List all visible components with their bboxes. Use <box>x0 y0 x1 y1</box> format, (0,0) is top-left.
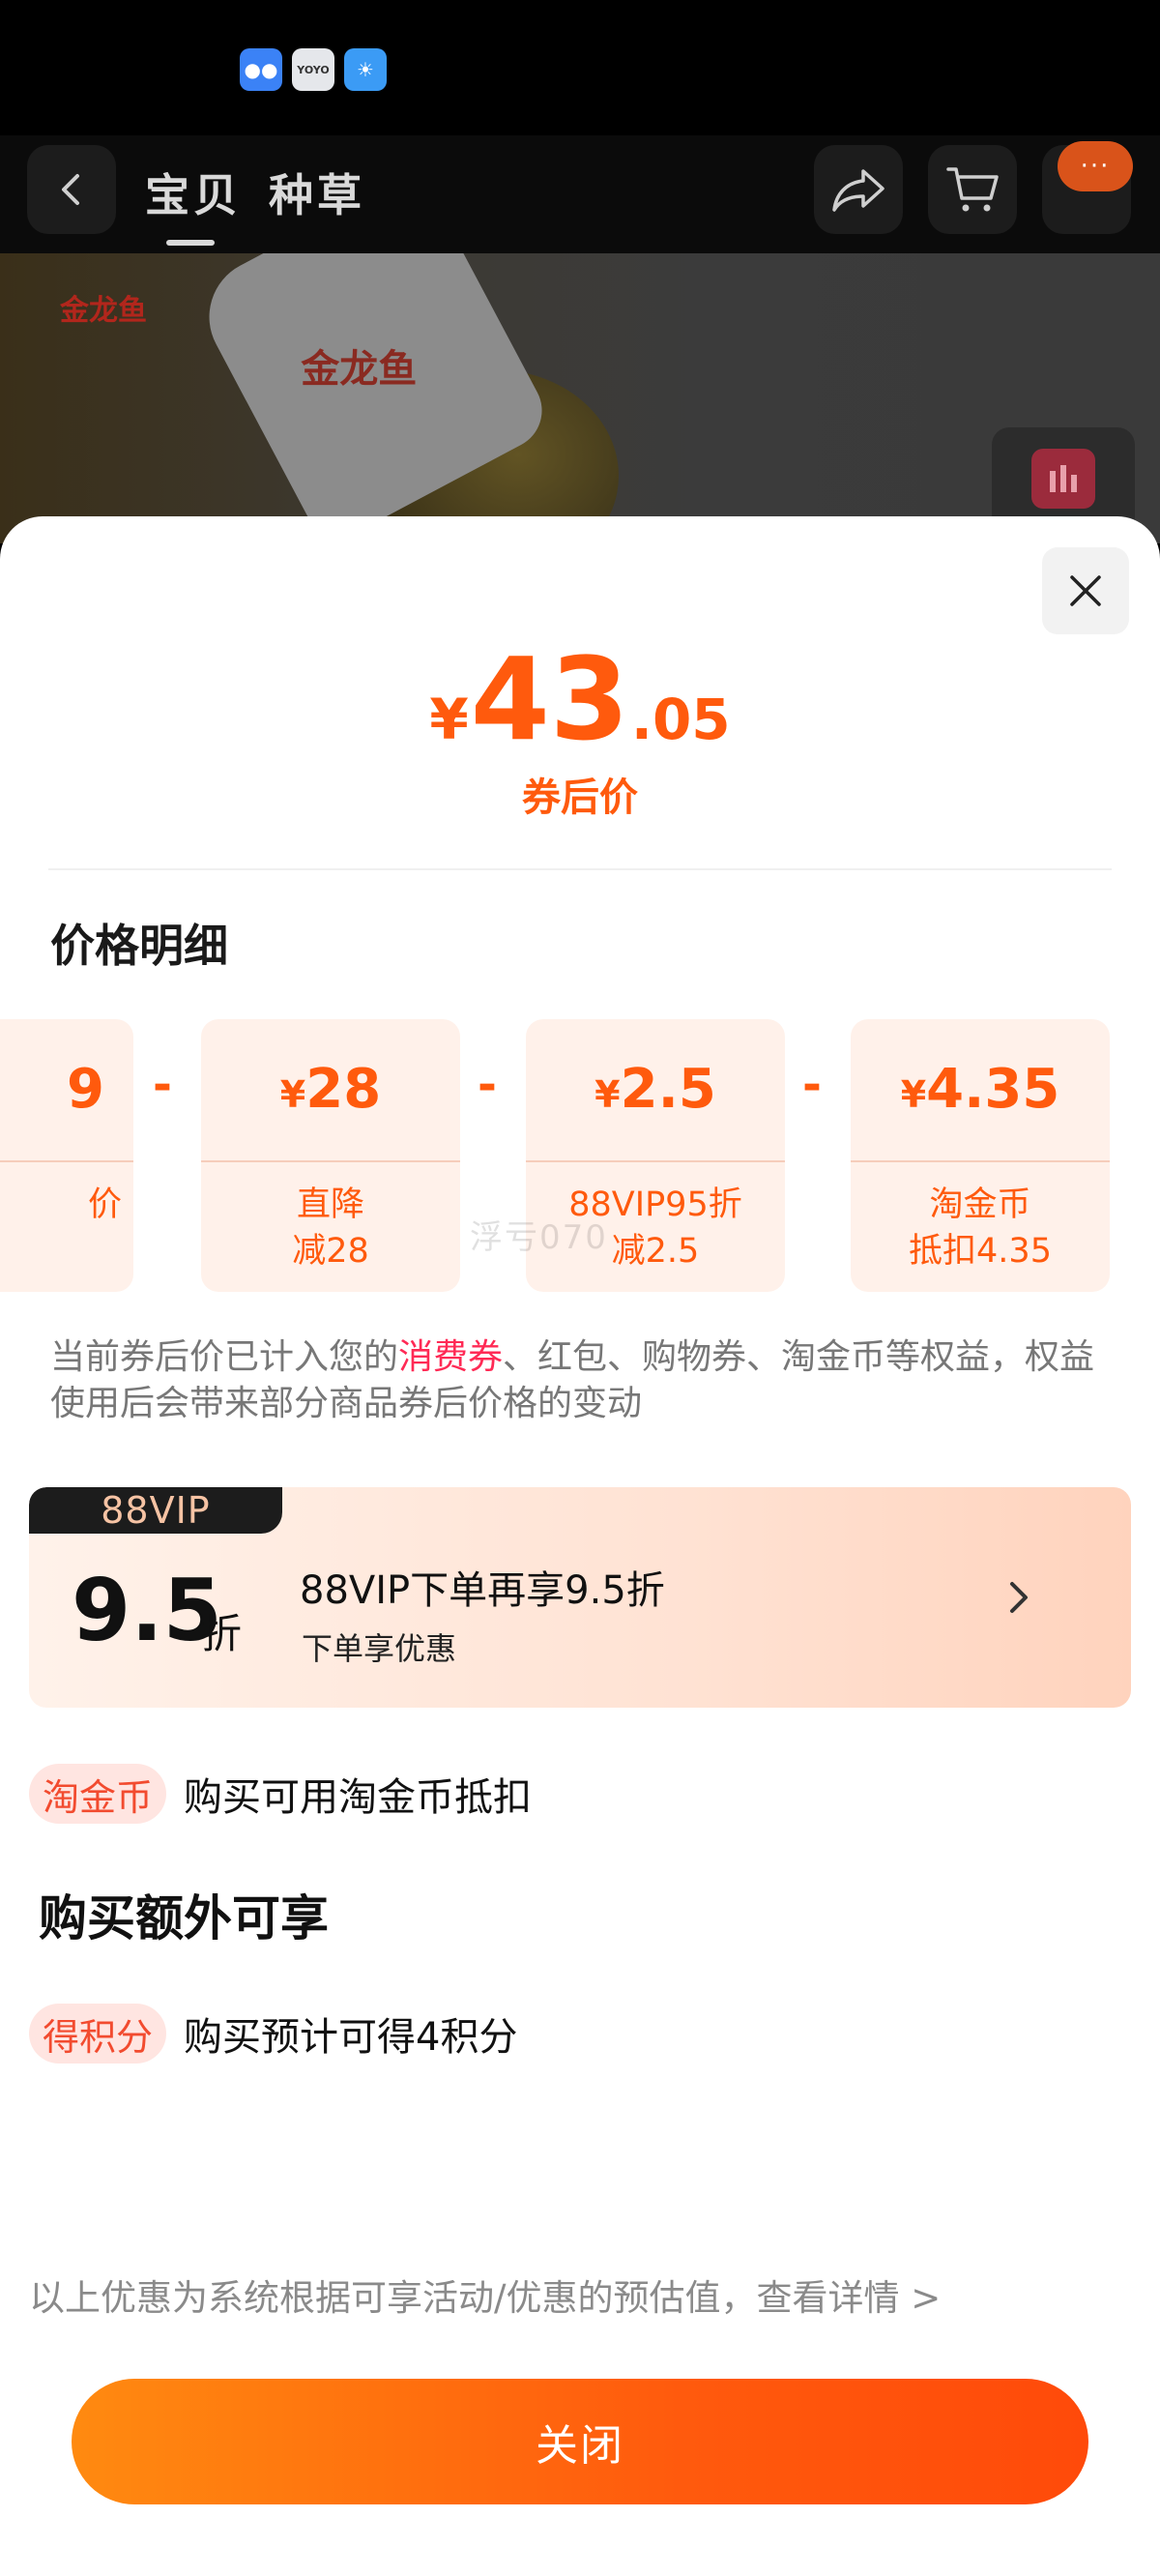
points-benefit-row: 得积分 购买预计可得4积分 <box>29 2004 517 2064</box>
minus-sign: - <box>153 1058 172 1112</box>
breakdown-card: ¥4.35 淘金币 抵扣4.35 <box>851 1019 1110 1292</box>
share-icon <box>832 169 884 212</box>
card-desc: 直降 减28 <box>292 1186 369 1271</box>
price-line: ¥ 43 .05 <box>0 642 1160 756</box>
breakdown-card: 9 价 <box>0 1019 133 1292</box>
price-detail-sheet: ¥ 43 .05 券后价 价格明细 9 价 - ¥28 直降 减28 - ¥2.5… <box>0 516 1160 2576</box>
product-image: 金龙鱼 金龙鱼 <box>0 253 1160 543</box>
brand-logo: 金龙鱼 <box>60 294 147 328</box>
chevron-right-icon[interactable] <box>996 1574 1042 1621</box>
final-price: ¥ 43 .05 券后价 <box>0 642 1160 822</box>
close-button[interactable]: 关闭 <box>72 2379 1088 2504</box>
card-desc: 价 <box>87 1186 122 1224</box>
share-button[interactable] <box>814 145 903 234</box>
points-text: 购买预计可得4积分 <box>184 2015 518 2060</box>
note-text: 当前券后价已计入您的 <box>50 1337 399 1377</box>
card-desc: 淘金币 抵扣4.35 <box>909 1186 1052 1271</box>
vip-discount-unit: 折 <box>201 1610 243 1657</box>
minus-sign: - <box>802 1058 822 1112</box>
card-amount: ¥2.5 <box>594 1058 716 1121</box>
card-amount: ¥4.35 <box>900 1058 1060 1121</box>
vip-discount: 9.5 <box>72 1561 222 1660</box>
price-detail-title: 价格明细 <box>50 920 228 972</box>
weather-icon: ☀ <box>344 48 387 91</box>
status-bar: ●● YOYO ☀ <box>0 0 1160 135</box>
card-divider <box>201 1160 460 1162</box>
close-sheet-button[interactable] <box>1042 547 1129 634</box>
note-highlight: 消费券 <box>398 1337 504 1377</box>
vip-tag: 88VIP <box>29 1487 282 1534</box>
more-badge[interactable]: ··· <box>1058 141 1133 191</box>
back-button[interactable] <box>27 145 116 234</box>
card-divider <box>526 1160 785 1162</box>
bottle-cap-label: 金龙鱼 <box>301 347 418 393</box>
card-amount: ¥28 <box>279 1058 382 1121</box>
cart-button[interactable] <box>928 145 1017 234</box>
vip-title: 88VIP下单再享9.5折 <box>300 1568 665 1613</box>
bar-chart-icon <box>1031 449 1095 509</box>
breakdown-card: ¥28 直降 减28 <box>201 1019 460 1292</box>
yoyo-app-icon: YOYO <box>292 48 334 91</box>
price-decimal: .05 <box>630 687 731 752</box>
card-divider <box>0 1160 133 1162</box>
price-note: 当前券后价已计入您的消费券、红包、购物券、淘金币等权益，权益使用后会带来部分商品… <box>50 1334 1114 1427</box>
minus-sign: - <box>478 1058 497 1112</box>
chevron-left-icon <box>62 174 79 205</box>
card-divider <box>851 1160 1110 1162</box>
tab-baobei[interactable]: 宝贝 <box>145 161 242 246</box>
coin-pill: 淘金币 <box>29 1764 167 1824</box>
close-icon <box>1070 575 1101 606</box>
vip-offer-card[interactable]: 88VIP 9.5 折 88VIP下单再享9.5折 下单享优惠 <box>29 1487 1131 1708</box>
price-integer: 43 <box>470 632 629 766</box>
divider <box>48 868 1112 870</box>
status-icons: ●● YOYO ☀ <box>240 48 387 91</box>
points-pill: 得积分 <box>29 2004 167 2064</box>
price-label: 券后价 <box>522 776 638 820</box>
card-amount: 9 <box>67 1058 104 1121</box>
cart-icon <box>946 167 999 212</box>
watermark: 浮亏070 <box>470 1218 608 1257</box>
coin-benefit-row: 淘金币 购买可用淘金币抵扣 <box>29 1764 532 1824</box>
price-currency: ¥ <box>429 687 469 752</box>
coin-text: 购买可用淘金币抵扣 <box>184 1775 533 1820</box>
view-details-link[interactable]: 以上优惠为系统根据可享活动/优惠的预估值，查看详情 > <box>29 2269 941 2321</box>
extra-benefits-title: 购买额外可享 <box>39 1890 329 1947</box>
tab-zhongcao[interactable]: 种草 <box>269 161 365 224</box>
chat-bubble-icon: ●● <box>240 48 282 91</box>
vip-subtitle: 下单享优惠 <box>302 1630 457 1667</box>
nav-bar: 宝贝 种草 ··· <box>0 135 1160 253</box>
